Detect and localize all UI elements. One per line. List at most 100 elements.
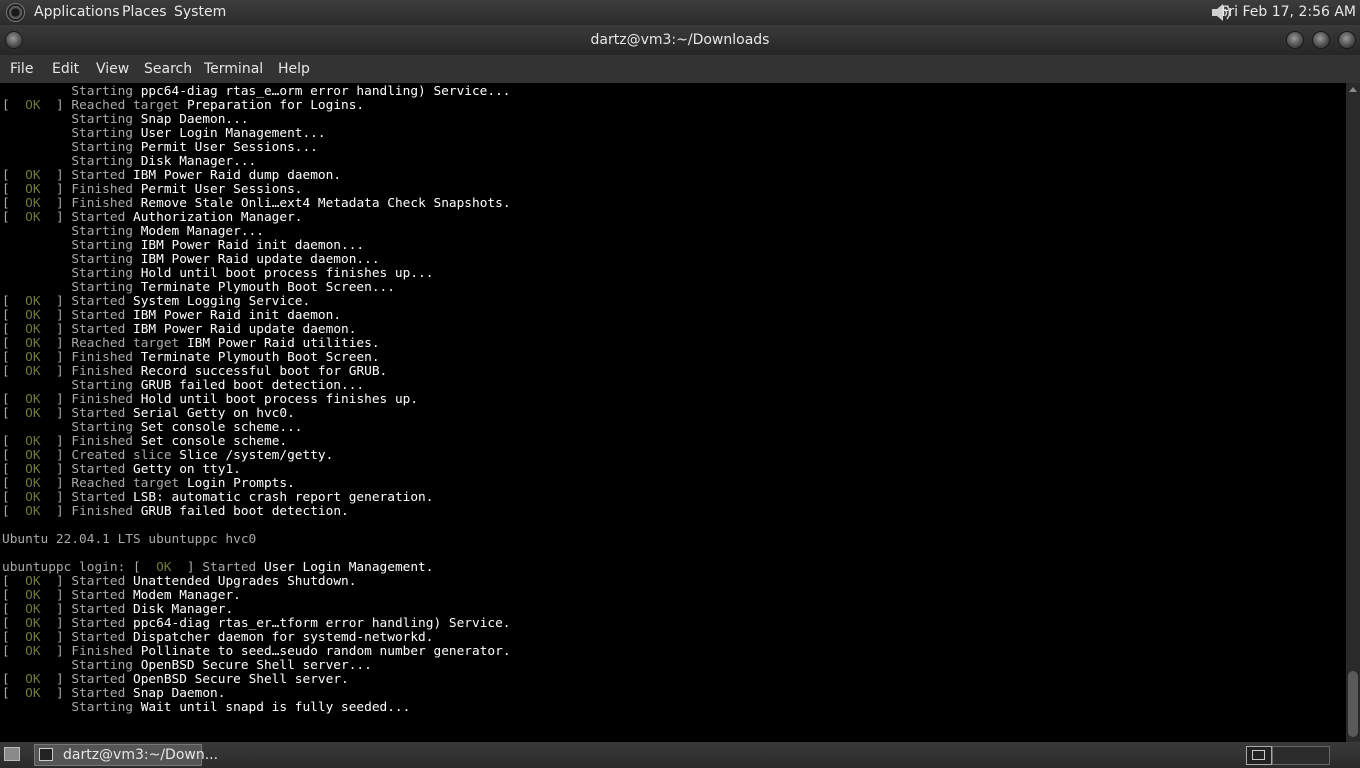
terminal-line: Starting Wait until snapd is fully seede…: [2, 701, 511, 715]
terminal-output[interactable]: Starting ppc64-diag rtas_e…orm error han…: [0, 83, 1346, 742]
terminal-text: [: [2, 322, 26, 337]
ok-status: OK: [25, 686, 41, 701]
menu-system[interactable]: System: [174, 4, 226, 20]
ok-status: OK: [25, 168, 41, 183]
terminal-text: [: [2, 182, 26, 197]
terminal-text: Authorization Manager.: [133, 210, 303, 225]
terminal-text: Serial Getty on hvc0.: [133, 406, 295, 421]
ok-status: OK: [25, 616, 41, 631]
terminal-text: GRUB failed boot detection.: [140, 504, 349, 519]
terminal-text: Starting: [2, 112, 141, 127]
distro-logo-icon[interactable]: [6, 3, 25, 22]
terminal-text: IBM Power Raid update daemon.: [133, 322, 357, 337]
terminal-text: [: [2, 98, 26, 113]
ok-status: OK: [25, 350, 41, 365]
terminal-text: ] Reached target: [40, 98, 187, 113]
terminal-text: [: [2, 294, 26, 309]
terminal-text: Starting: [2, 154, 141, 169]
terminal-text: Unattended Upgrades Shutdown.: [133, 574, 357, 589]
workspace-switcher-icon[interactable]: [1246, 746, 1272, 765]
ok-status: OK: [25, 322, 41, 337]
terminal-text: Getty on tty1.: [133, 462, 241, 477]
ok-status: OK: [25, 182, 41, 197]
window-titlebar[interactable]: dartz@vm3:~/Downloads: [0, 25, 1360, 55]
terminal-text: Login Prompts.: [186, 476, 295, 491]
menu-terminal[interactable]: Terminal: [204, 61, 263, 77]
terminal-line: [ OK ] Started LSB: automatic crash repo…: [2, 491, 511, 505]
terminal-text: [: [2, 350, 26, 365]
ok-status: OK: [25, 448, 41, 463]
ok-status: OK: [25, 308, 41, 323]
terminal-text: ] Finished: [40, 364, 141, 379]
terminal-line: Starting OpenBSD Secure Shell server...: [2, 659, 511, 673]
terminal-text: IBM Power Raid init daemon...: [140, 238, 365, 253]
terminal-line: Starting Hold until boot process finishe…: [2, 267, 511, 281]
terminal-text: User Login Management...: [140, 126, 326, 141]
ok-status: OK: [25, 294, 41, 309]
menu-search[interactable]: Search: [144, 61, 192, 77]
terminal-line: [ OK ] Finished Remove Stale Onli…ext4 M…: [2, 197, 511, 211]
terminal-text: ] Started: [40, 616, 133, 631]
taskbar-button-terminal[interactable]: dartz@vm3:~/Down...: [34, 744, 218, 766]
terminal-line: Starting Snap Daemon...: [2, 113, 511, 127]
clock[interactable]: Fri Feb 17, 2:56 AM: [1221, 4, 1356, 20]
bottom-panel: dartz@vm3:~/Down...: [0, 742, 1360, 768]
terminal-text: Hold until boot process finishes up.: [140, 392, 419, 407]
terminal-text: Preparation for Logins.: [186, 98, 365, 113]
menu-edit[interactable]: Edit: [52, 61, 79, 77]
terminal-text: Set console scheme.: [140, 434, 288, 449]
ok-status: OK: [25, 504, 41, 519]
terminal-text: Starting: [2, 378, 141, 393]
terminal-text: [: [2, 196, 26, 211]
menu-applications[interactable]: Applications: [34, 4, 120, 20]
terminal-text: Starting: [2, 266, 141, 281]
terminal-line: [ OK ] Started OpenBSD Secure Shell serv…: [2, 673, 511, 687]
minimize-button[interactable]: [1287, 32, 1303, 48]
workspace-switcher[interactable]: [1272, 746, 1330, 765]
ok-status: OK: [25, 630, 41, 645]
terminal-line: Starting Modem Manager...: [2, 225, 511, 239]
terminal-line: [ OK ] Finished Terminate Plymouth Boot …: [2, 351, 511, 365]
terminal-text: System Logging Service.: [133, 294, 311, 309]
show-desktop-icon[interactable]: [4, 747, 20, 761]
terminal-text: [: [2, 448, 26, 463]
terminal-text: IBM Power Raid update daemon...: [140, 252, 380, 267]
terminal-line: [ OK ] Finished Record successful boot f…: [2, 365, 511, 379]
terminal-text: [: [2, 672, 26, 687]
terminal-line: Starting ppc64-diag rtas_e…orm error han…: [2, 85, 511, 99]
terminal-text: ] Started: [40, 672, 133, 687]
terminal-line: ubuntuppc login: [ OK ] Started User Log…: [2, 561, 511, 575]
terminal-line: [ OK ] Reached target Preparation for Lo…: [2, 99, 511, 113]
menu-file[interactable]: File: [10, 61, 33, 77]
terminal-text: Starting: [2, 140, 141, 155]
terminal-text: [: [2, 462, 26, 477]
terminal-line: Starting GRUB failed boot detection...: [2, 379, 511, 393]
terminal-text: Disk Manager...: [140, 154, 257, 169]
menu-view[interactable]: View: [96, 61, 129, 77]
ok-status: OK: [25, 574, 41, 589]
ok-status: OK: [25, 210, 41, 225]
scrollbar-thumb[interactable]: [1348, 671, 1358, 737]
terminal-text: Record successful boot for GRUB.: [140, 364, 388, 379]
terminal-text: Modem Manager...: [140, 224, 264, 239]
terminal-text: Set console scheme...: [140, 420, 303, 435]
ok-status: OK: [25, 434, 41, 449]
terminal-text: GRUB failed boot detection...: [140, 378, 365, 393]
terminal-line: Starting Disk Manager...: [2, 155, 511, 169]
menu-places[interactable]: Places: [122, 4, 167, 20]
terminal-text: ] Reached target: [40, 476, 187, 491]
terminal-scrollbar[interactable]: [1346, 83, 1360, 742]
maximize-button[interactable]: [1313, 32, 1329, 48]
terminal-text: Starting: [2, 658, 141, 673]
close-button[interactable]: [1339, 32, 1355, 48]
terminal-line: [ OK ] Started System Logging Service.: [2, 295, 511, 309]
terminal-text: Starting: [2, 420, 141, 435]
ok-status: OK: [25, 588, 41, 603]
terminal-text: ] Finished: [40, 350, 141, 365]
scroll-up-icon[interactable]: [1349, 87, 1357, 92]
menu-help[interactable]: Help: [278, 61, 310, 77]
ok-status: OK: [25, 336, 41, 351]
terminal-text: ] Started: [40, 462, 133, 477]
terminal-text: [: [2, 490, 26, 505]
terminal-text: Slice /system/getty.: [179, 448, 334, 463]
